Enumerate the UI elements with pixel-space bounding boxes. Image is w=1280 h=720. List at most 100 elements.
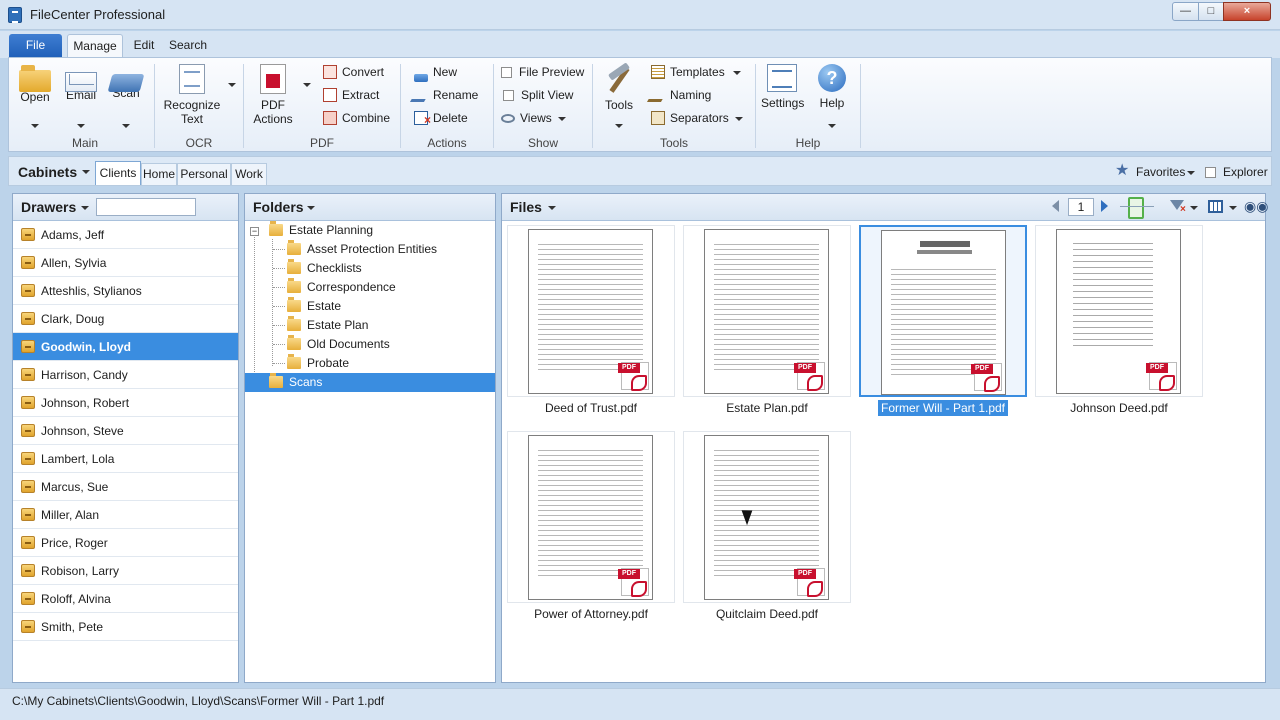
explorer-checkbox[interactable] xyxy=(1205,167,1216,178)
cabinets-dropdown-arrow[interactable] xyxy=(82,170,90,174)
grid-view-dropdown-arrow[interactable] xyxy=(1229,206,1237,210)
zoom-icon[interactable] xyxy=(1120,197,1154,219)
drawer-search-input[interactable] xyxy=(96,198,196,216)
folder-item[interactable]: Correspondence xyxy=(287,278,495,297)
tab-home[interactable]: Home xyxy=(141,163,177,185)
split-view-checkbox[interactable] xyxy=(503,90,514,101)
clear-filter-icon[interactable]: × xyxy=(1180,204,1186,215)
drawer-item[interactable]: Lambert, Lola xyxy=(13,445,238,473)
file-preview-checkbox[interactable] xyxy=(501,67,512,78)
prev-page-icon[interactable] xyxy=(1052,200,1059,212)
views-button[interactable]: Views xyxy=(501,108,552,128)
folder-item[interactable]: Estate xyxy=(287,297,495,316)
drawer-item[interactable]: Miller, Alan xyxy=(13,501,238,529)
email-button[interactable]: Email xyxy=(63,64,99,102)
drawer-item[interactable]: Johnson, Robert xyxy=(13,389,238,417)
tools-dropdown-arrow[interactable] xyxy=(615,124,623,128)
file-name-label[interactable]: Former Will - Part 1.pdf xyxy=(848,400,1038,416)
help-button[interactable]: ? Help xyxy=(815,64,849,110)
file-name-label[interactable]: Deed of Trust.pdf xyxy=(496,401,686,415)
folders-title[interactable]: Folders xyxy=(253,199,304,215)
recognize-text-button[interactable]: Recognize Text xyxy=(161,64,223,126)
open-dropdown-arrow[interactable] xyxy=(31,124,39,128)
drawer-item[interactable]: Clark, Doug xyxy=(13,305,238,333)
drawer-item[interactable]: Price, Roger xyxy=(13,529,238,557)
tab-work[interactable]: Work xyxy=(231,163,267,185)
folders-dropdown-arrow[interactable] xyxy=(307,206,315,210)
recognize-dropdown-arrow[interactable] xyxy=(228,83,236,87)
star-icon[interactable]: ★ xyxy=(1115,163,1131,179)
templates-dropdown-arrow[interactable] xyxy=(733,71,741,75)
grid-view-icon[interactable] xyxy=(1208,200,1223,213)
filter-dropdown-arrow[interactable] xyxy=(1190,206,1198,210)
separators-dropdown-arrow[interactable] xyxy=(735,117,743,121)
convert-button[interactable]: Convert xyxy=(323,62,384,82)
email-dropdown-arrow[interactable] xyxy=(77,124,85,128)
tab-file[interactable]: File xyxy=(9,34,62,58)
views-dropdown-arrow[interactable] xyxy=(558,117,566,121)
favorites-button[interactable]: Favorites xyxy=(1136,165,1185,179)
files-title[interactable]: Files xyxy=(510,199,542,215)
file-name-label[interactable]: Johnson Deed.pdf xyxy=(1024,401,1214,415)
pdf-actions-button[interactable]: PDF Actions xyxy=(249,64,297,126)
file-thumbnail[interactable] xyxy=(507,431,675,603)
tab-search[interactable]: Search xyxy=(166,34,210,58)
drawer-item[interactable]: Smith, Pete xyxy=(13,613,238,641)
help-dropdown-arrow[interactable] xyxy=(828,124,836,128)
separators-button[interactable]: Separators xyxy=(651,108,729,128)
minimize-button[interactable]: — xyxy=(1172,2,1199,21)
file-thumbnail[interactable] xyxy=(683,431,851,603)
file-name-label[interactable]: Estate Plan.pdf xyxy=(672,401,862,415)
folder-item[interactable]: Probate xyxy=(287,354,495,373)
drawer-item[interactable]: Atteshlis, Stylianos xyxy=(13,277,238,305)
tab-personal[interactable]: Personal xyxy=(177,163,231,185)
drawer-item[interactable]: Goodwin, Lloyd xyxy=(13,333,238,361)
folder-item[interactable]: Estate Plan xyxy=(287,316,495,335)
templates-button[interactable]: Templates xyxy=(651,62,725,82)
drawer-item[interactable]: Johnson, Steve xyxy=(13,417,238,445)
folder-item[interactable]: Checklists xyxy=(287,259,495,278)
tab-edit[interactable]: Edit xyxy=(128,34,160,58)
tab-clients[interactable]: Clients xyxy=(95,161,141,185)
close-button[interactable]: × xyxy=(1223,2,1271,21)
file-thumbnail[interactable] xyxy=(507,225,675,397)
drawer-item[interactable]: Adams, Jeff xyxy=(13,221,238,249)
tree-collapse-toggle[interactable]: − xyxy=(250,227,259,236)
page-number-field[interactable]: 1 xyxy=(1068,198,1094,216)
file-name-label[interactable]: Power of Attorney.pdf xyxy=(496,607,686,621)
file-thumbnail[interactable] xyxy=(859,225,1027,397)
settings-button[interactable]: Settings xyxy=(761,64,804,110)
cabinets-label[interactable]: Cabinets xyxy=(18,164,77,180)
drawers-title[interactable]: Drawers xyxy=(21,199,76,215)
folder-item[interactable]: Old Documents xyxy=(287,335,495,354)
tab-manage[interactable]: Manage xyxy=(67,34,123,58)
folder-item-scans[interactable]: Scans xyxy=(245,373,495,392)
favorites-dropdown-arrow[interactable] xyxy=(1187,171,1195,175)
new-button[interactable]: New xyxy=(414,62,457,82)
open-button[interactable]: Open xyxy=(17,64,53,104)
rename-button[interactable]: Rename xyxy=(409,85,478,105)
scan-dropdown-arrow[interactable] xyxy=(122,124,130,128)
extract-button[interactable]: Extract xyxy=(323,85,379,105)
combine-button[interactable]: Combine xyxy=(323,108,390,128)
pdf-actions-dropdown-arrow[interactable] xyxy=(303,83,311,87)
maximize-button[interactable]: □ xyxy=(1198,2,1224,21)
file-name-label[interactable]: Quitclaim Deed.pdf xyxy=(672,607,862,621)
drawer-item[interactable]: Roloff, Alvina xyxy=(13,585,238,613)
folder-item-root[interactable]: Estate Planning xyxy=(269,221,495,240)
file-thumbnail[interactable] xyxy=(683,225,851,397)
split-view-toggle[interactable]: Split View xyxy=(503,85,573,105)
scan-button[interactable]: Scan xyxy=(107,64,145,100)
drawer-item[interactable]: Marcus, Sue xyxy=(13,473,238,501)
tools-button[interactable]: Tools xyxy=(601,64,637,112)
next-page-icon[interactable] xyxy=(1101,200,1108,212)
drawer-item[interactable]: Robison, Larry xyxy=(13,557,238,585)
drawer-item[interactable]: Harrison, Candy xyxy=(13,361,238,389)
folder-item[interactable]: Asset Protection Entities xyxy=(287,240,495,259)
drawers-dropdown-arrow[interactable] xyxy=(81,206,89,210)
files-dropdown-arrow[interactable] xyxy=(548,206,556,210)
naming-button[interactable]: Naming xyxy=(646,85,711,105)
delete-button[interactable]: Delete xyxy=(414,108,468,130)
file-thumbnail[interactable] xyxy=(1035,225,1203,397)
find-icon[interactable]: ◉◉ xyxy=(1244,198,1268,214)
